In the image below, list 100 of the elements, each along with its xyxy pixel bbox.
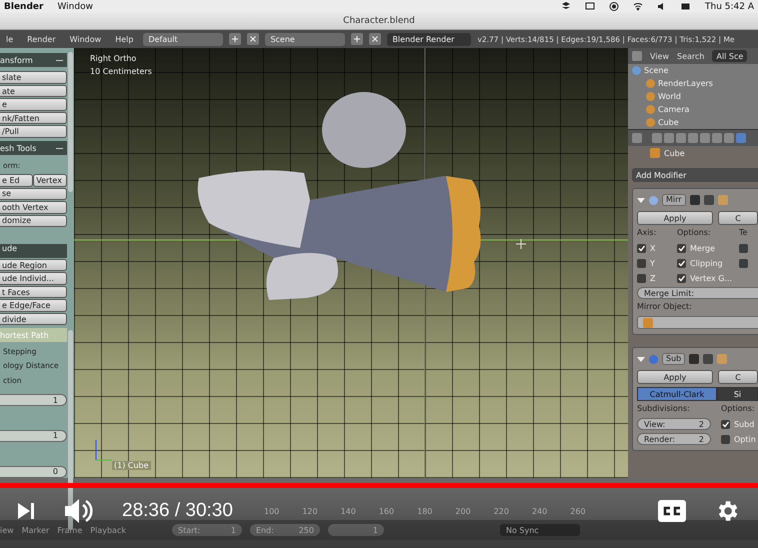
filter-select[interactable]: All Sce	[712, 50, 748, 62]
expand-icon[interactable]	[637, 356, 645, 362]
menu-item[interactable]: le	[2, 34, 18, 44]
panel-header[interactable]: ansform	[0, 53, 67, 68]
checkbox[interactable]	[721, 434, 730, 444]
number-field[interactable]: View: 2	[637, 418, 711, 430]
layout-select[interactable]: Default	[143, 32, 224, 46]
3d-viewport[interactable]: Right Ortho 10 Centimeters (1) Cube	[74, 48, 628, 478]
copy-button[interactable]: C	[718, 370, 758, 384]
menu-item[interactable]: iew	[0, 526, 14, 534]
checkbox[interactable]	[637, 274, 646, 282]
frame-number: 200	[455, 507, 471, 516]
column-label: Subdivisions:	[637, 404, 691, 415]
scrollbar-thumb[interactable]	[68, 52, 73, 192]
next-icon[interactable]	[16, 501, 36, 521]
app-menu[interactable]: Blender	[4, 2, 44, 12]
frame-number: 100	[264, 507, 280, 516]
number-field[interactable]: 0	[0, 466, 67, 478]
tool-button[interactable]: e Edge/Face	[0, 299, 67, 312]
modifier-name-field[interactable]: Mirr	[662, 194, 686, 206]
number-field[interactable]: 1	[0, 394, 67, 406]
tool-button[interactable]: slate	[0, 71, 67, 84]
checkbox[interactable]	[739, 244, 748, 252]
render-engine-select[interactable]: Blender Render	[387, 32, 472, 46]
outliner-item[interactable]: RenderLayers	[658, 79, 713, 88]
tool-button[interactable]: e Ed	[0, 174, 34, 187]
tool-button[interactable]: divide	[0, 312, 67, 326]
outliner-item[interactable]: Scene	[644, 66, 668, 75]
menu-item[interactable]: Search	[676, 52, 704, 60]
tool-button[interactable]: e	[0, 98, 67, 111]
modifier-name-field[interactable]: Sub	[662, 353, 686, 365]
volume-icon[interactable]	[64, 498, 94, 524]
tool-button[interactable]: ooth Vertex	[0, 201, 67, 214]
checkbox-label: Clipping	[690, 258, 723, 268]
tool-button[interactable]: /Pull	[0, 125, 67, 138]
record-icon[interactable]	[609, 2, 619, 11]
menu-item[interactable]: Marker	[22, 526, 50, 534]
menu-item[interactable]: Window	[57, 2, 93, 12]
outliner-item[interactable]: Cube	[658, 118, 679, 127]
checkbox[interactable]	[637, 244, 646, 252]
display-icon[interactable]	[585, 2, 595, 11]
checkbox[interactable]	[739, 258, 748, 268]
checkbox-label: Subd	[734, 420, 754, 428]
menu-item[interactable]: Playback	[90, 526, 126, 534]
checkbox-label: Y	[650, 258, 655, 268]
subdivision-type-tab[interactable]: Catmull-Clark	[637, 387, 717, 401]
cube-icon	[643, 318, 653, 328]
tool-button[interactable]: nk/Fatten	[0, 112, 67, 124]
tool-dropdown[interactable]: ude	[0, 244, 67, 258]
active-object-label: (1) Cube	[112, 461, 151, 470]
column-label: Axis:	[637, 228, 658, 239]
scene-select[interactable]: Scene	[265, 32, 346, 46]
tool-button[interactable]: domize	[0, 214, 67, 228]
menu-item[interactable]: View	[650, 52, 669, 60]
tool-button[interactable]: ate	[0, 84, 67, 98]
object-field[interactable]	[637, 316, 758, 329]
wifi-icon[interactable]	[633, 2, 643, 11]
tool-button[interactable]: t Faces	[0, 286, 67, 298]
grid-units: 10 Centimeters	[90, 67, 152, 76]
apply-button[interactable]: Apply	[637, 211, 713, 225]
merge-limit-field[interactable]: Merge Limit:	[637, 287, 758, 299]
outliner-item[interactable]: World	[658, 92, 681, 101]
apply-button[interactable]: Apply	[637, 370, 713, 384]
add-modifier-dropdown[interactable]: Add Modifier	[632, 168, 758, 182]
cursor-icon	[516, 238, 526, 250]
menu-item[interactable]: Render	[23, 34, 60, 44]
frame-number: 240	[532, 507, 548, 516]
sync-select[interactable]: No Sync	[500, 524, 580, 536]
checkbox[interactable]	[677, 274, 686, 282]
menu-item[interactable]: Window	[66, 34, 106, 44]
modifier-icon	[649, 196, 658, 204]
panel-header[interactable]: esh Tools	[0, 140, 67, 156]
checkbox[interactable]	[637, 258, 646, 268]
column-label: Options:	[677, 228, 712, 239]
tool-button[interactable]: ude Individ...	[0, 272, 67, 285]
subdivision-type-tab[interactable]: Si	[717, 387, 758, 401]
panel-title: esh Tools	[0, 144, 36, 153]
close-icon[interactable]	[247, 33, 260, 45]
close-icon[interactable]	[369, 33, 382, 45]
number-field[interactable]: 1	[0, 430, 67, 442]
captions-icon[interactable]	[658, 500, 686, 522]
tool-button[interactable]: ude Region	[0, 258, 67, 272]
checkbox-label: Vertex G...	[690, 274, 732, 282]
outliner-item[interactable]: Camera	[658, 105, 690, 114]
frame-number: 120	[302, 507, 318, 516]
tool-button[interactable]: se	[0, 188, 67, 200]
checkbox[interactable]	[677, 258, 686, 268]
number-field[interactable]: Render: 2	[637, 433, 711, 445]
add-icon[interactable]	[351, 33, 364, 45]
checkbox[interactable]	[677, 244, 686, 252]
frame-number: 260	[570, 507, 586, 516]
box-icon[interactable]	[561, 2, 571, 11]
expand-icon[interactable]	[637, 198, 645, 202]
copy-button[interactable]: C	[718, 211, 758, 225]
battery-icon[interactable]	[681, 2, 691, 11]
checkbox[interactable]	[721, 420, 730, 428]
menu-item[interactable]: Help	[111, 34, 138, 44]
clock[interactable]: Thu 5:42 A	[705, 2, 754, 12]
add-icon[interactable]	[229, 33, 242, 45]
tool-button[interactable]: Vertex	[33, 174, 67, 187]
